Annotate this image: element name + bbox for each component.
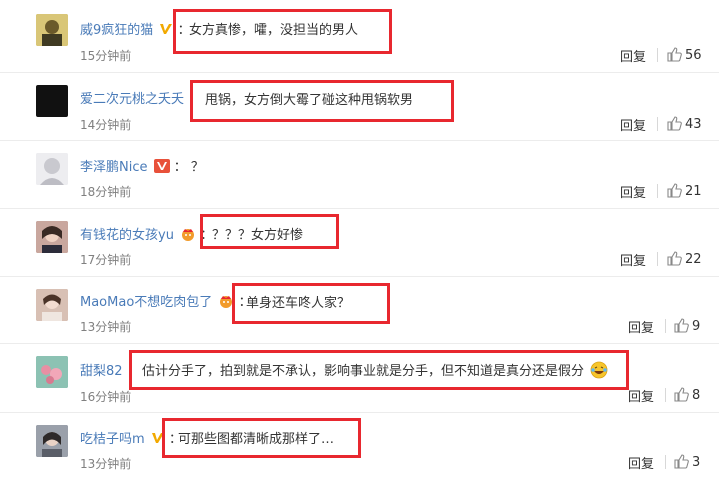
- reply-button[interactable]: 回复: [620, 115, 646, 134]
- reply-button[interactable]: 回复: [628, 317, 654, 336]
- like-count: 43: [685, 117, 702, 132]
- like-button[interactable]: 21: [667, 183, 702, 202]
- avatar[interactable]: [36, 221, 68, 253]
- avatar[interactable]: [36, 425, 68, 457]
- comment-text: 单身还车咚人家？: [246, 296, 351, 311]
- thumbs-up-icon: [667, 47, 682, 66]
- comment-row: 甜梨82 ： 估计分手了，拍到就是不承认，影响事业就是分手，但不知道是真分还是假…: [0, 344, 719, 413]
- divider: [665, 319, 666, 333]
- comment-row: MaoMao不想吃肉包了 ： 单身还车咚人家？ 13分钟前 回复 9: [0, 277, 719, 344]
- avatar[interactable]: [36, 85, 68, 117]
- comment-author[interactable]: MaoMao不想吃肉包了 ：: [80, 291, 252, 312]
- author-name[interactable]: 甜梨82: [80, 364, 123, 379]
- author-name[interactable]: 爱二次元桃之夭夭: [80, 92, 184, 107]
- like-count: 21: [685, 184, 702, 199]
- divider: [657, 252, 658, 266]
- thumbs-up-icon: [667, 183, 682, 202]
- avatar[interactable]: [36, 356, 68, 388]
- divider: [657, 184, 658, 198]
- divider: [665, 388, 666, 402]
- like-count: 8: [692, 388, 701, 403]
- comment-time: 13分钟前: [80, 320, 132, 334]
- avatar[interactable]: [36, 153, 68, 185]
- author-name[interactable]: 吃桔子吗m: [80, 432, 145, 447]
- comment-list: 威9疯狂的猫 ： 女方真惨，嚯，没担当的男人 15分钟前 回复 56 爱二次元桃…: [0, 0, 719, 482]
- like-button[interactable]: 22: [667, 251, 702, 270]
- gold-v-badge-icon: [159, 23, 173, 39]
- thumbs-up-icon: [667, 251, 682, 270]
- divider: [657, 117, 658, 131]
- crown-badge-icon: [180, 227, 196, 245]
- comment-time: 17分钟前: [80, 253, 132, 267]
- comment-row: 李泽鹏Nice ： ？ 18分钟前 回复 21: [0, 141, 719, 209]
- avatar[interactable]: [36, 14, 68, 46]
- comment-row: 吃桔子吗m ： 可那些图都清晰成那样了… 13分钟前 回复 3: [0, 413, 719, 482]
- reply-button[interactable]: 回复: [620, 182, 646, 201]
- like-count: 3: [692, 455, 701, 470]
- like-button[interactable]: 9: [674, 318, 700, 337]
- comment-row: 威9疯狂的猫 ： 女方真惨，嚯，没担当的男人 15分钟前 回复 56: [0, 0, 719, 73]
- comment-text: 甩锅，女方倒大霉了碰这种甩锅软男: [205, 93, 414, 108]
- thumbs-up-icon: [667, 116, 682, 135]
- author-name[interactable]: 李泽鹏Nice: [80, 160, 147, 175]
- avatar[interactable]: [36, 289, 68, 321]
- reply-button[interactable]: 回复: [628, 453, 654, 472]
- comment-time: 18分钟前: [80, 185, 132, 199]
- like-button[interactable]: 43: [667, 116, 702, 135]
- comment-text: 可那些图都清晰成那样了…: [178, 432, 335, 447]
- thumbs-up-icon: [674, 318, 689, 337]
- like-button[interactable]: 3: [674, 454, 700, 473]
- reply-button[interactable]: 回复: [620, 46, 646, 65]
- like-button[interactable]: 56: [667, 47, 702, 66]
- comment-text: 女方真惨，嚯，没担当的男人: [189, 23, 359, 38]
- comment-text: 估计分手了，拍到就是不承认，影响事业就是分手，但不知道是真分还是假分: [142, 360, 608, 383]
- colon: ：: [173, 160, 187, 175]
- comment-author[interactable]: 爱二次元桃之夭夭: [80, 88, 184, 107]
- like-count: 22: [685, 252, 702, 267]
- like-button[interactable]: 8: [674, 387, 700, 406]
- reply-button[interactable]: 回复: [628, 386, 654, 405]
- comment-row: 有钱花的女孩yu ： ？？？女方好惨 17分钟前 回复 22: [0, 209, 719, 277]
- comment-text: ？: [190, 160, 204, 175]
- comment-time: 13分钟前: [80, 457, 132, 471]
- comment-text: ？？？女方好惨: [212, 228, 304, 243]
- comment-time: 15分钟前: [80, 49, 132, 63]
- thumbs-up-icon: [674, 454, 689, 473]
- thumbs-up-icon: [674, 387, 689, 406]
- divider: [657, 48, 658, 62]
- red-v-badge-icon: [153, 158, 170, 177]
- like-count: 9: [692, 319, 701, 334]
- author-name[interactable]: 威9疯狂的猫: [80, 23, 153, 38]
- reply-button[interactable]: 回复: [620, 250, 646, 269]
- comment-body: 估计分手了，拍到就是不承认，影响事业就是分手，但不知道是真分还是假分: [142, 364, 585, 379]
- author-name[interactable]: 有钱花的女孩yu: [80, 228, 174, 243]
- comment-time: 14分钟前: [80, 118, 132, 132]
- comment-time: 16分钟前: [80, 390, 132, 404]
- author-name[interactable]: MaoMao不想吃肉包了: [80, 295, 212, 310]
- divider: [665, 455, 666, 469]
- laughing-tears-emoji-icon: [590, 361, 608, 383]
- comment-author[interactable]: 有钱花的女孩yu ：: [80, 224, 213, 245]
- comment-author[interactable]: 李泽鹏Nice ： ？: [80, 156, 204, 177]
- comment-row: 爱二次元桃之夭夭 甩锅，女方倒大霉了碰这种甩锅软男 14分钟前 回复 43: [0, 73, 719, 141]
- like-count: 56: [685, 48, 702, 63]
